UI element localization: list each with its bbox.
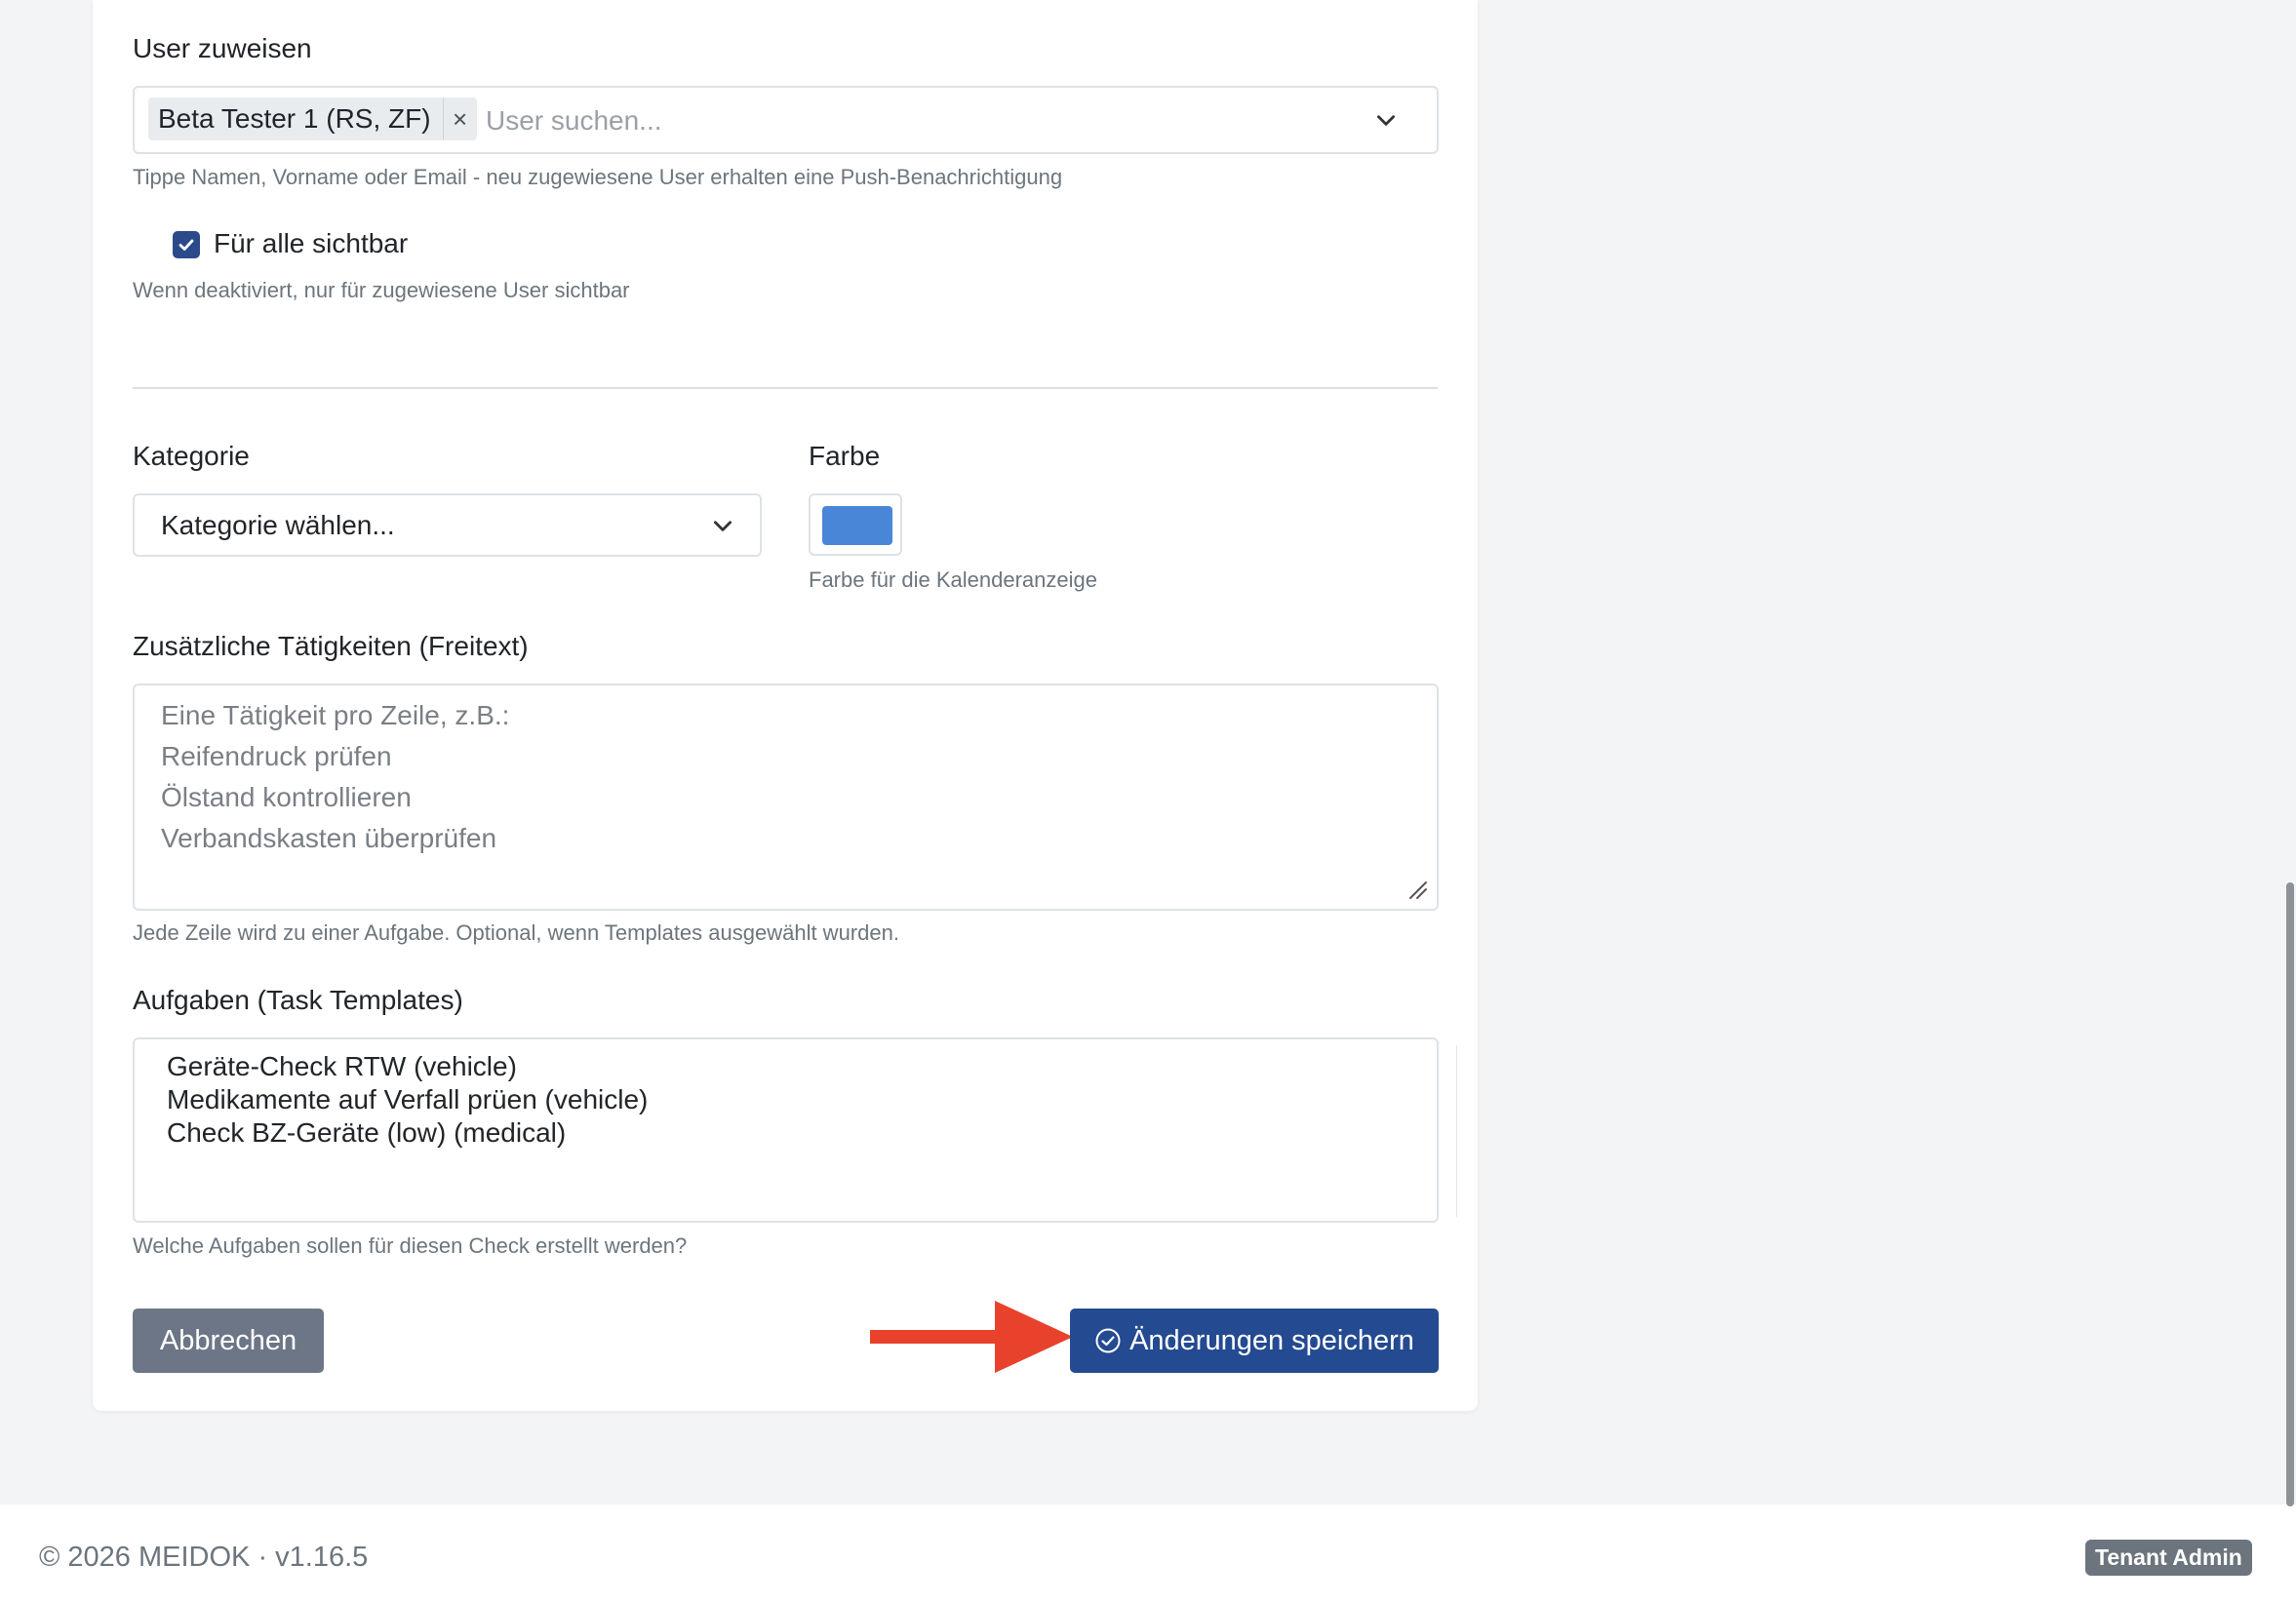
section-divider xyxy=(133,387,1438,389)
selected-user-tag-label: Beta Tester 1 (RS, ZF) xyxy=(158,103,431,134)
placeholder-line: Eine Tätigkeit pro Zeile, z.B.: xyxy=(161,700,510,730)
chevron-down-icon xyxy=(710,513,735,543)
resize-handle-icon[interactable] xyxy=(1406,879,1428,905)
tasks-multiselect-list[interactable]: Geräte-Check RTW (vehicle) Medikamente a… xyxy=(133,1037,1457,1223)
form-card: User zuweisen Beta Tester 1 (RS, ZF) × U… xyxy=(93,0,1478,1411)
assign-user-help: Tippe Namen, Vorname oder Email - neu zu… xyxy=(133,165,1063,189)
chevron-down-icon[interactable] xyxy=(1373,107,1399,137)
role-badge: Tenant Admin xyxy=(2085,1540,2252,1576)
user-multiselect[interactable]: Beta Tester 1 (RS, ZF) × User suchen... xyxy=(133,86,1439,154)
activities-placeholder: Eine Tätigkeit pro Zeile, z.B.: Reifendr… xyxy=(161,695,509,859)
category-select-value: Kategorie wählen... xyxy=(161,510,395,540)
color-help: Farbe für die Kalenderanzeige xyxy=(809,567,1097,592)
placeholder-line: Reifendruck prüfen xyxy=(161,741,392,771)
assign-user-label: User zuweisen xyxy=(133,33,312,63)
placeholder-line: Verbandskasten überprüfen xyxy=(161,823,497,853)
category-select[interactable]: Kategorie wählen... xyxy=(133,493,762,557)
tasks-label: Aufgaben (Task Templates) xyxy=(133,985,463,1015)
footer: © 2026 MEIDOK · v1.16.5 xyxy=(0,1505,2296,1603)
task-option[interactable]: Check BZ-Geräte (low) (medical) xyxy=(167,1116,648,1150)
check-icon xyxy=(178,239,194,251)
task-option[interactable]: Geräte-Check RTW (vehicle) xyxy=(167,1050,648,1083)
cancel-button[interactable]: Abbrechen xyxy=(133,1309,324,1373)
visible-for-all-label[interactable]: Für alle sichtbar xyxy=(214,227,408,260)
save-changes-button[interactable]: Änderungen speichern xyxy=(1070,1309,1439,1373)
color-label: Farbe xyxy=(809,441,881,471)
activities-label: Zusätzliche Tätigkeiten (Freitext) xyxy=(133,631,529,661)
activities-help: Jede Zeile wird zu einer Aufgabe. Option… xyxy=(133,920,899,945)
color-swatch xyxy=(822,506,892,545)
tasks-help: Welche Aufgaben sollen für diesen Check … xyxy=(133,1233,688,1258)
placeholder-line: Ölstand kontrollieren xyxy=(161,782,412,812)
footer-copyright: © 2026 MEIDOK · v1.16.5 xyxy=(39,1542,369,1573)
activities-textarea[interactable]: Eine Tätigkeit pro Zeile, z.B.: Reifendr… xyxy=(133,684,1439,911)
remove-tag-icon[interactable]: × xyxy=(442,98,477,140)
save-changes-label: Änderungen speichern xyxy=(1129,1324,1414,1356)
task-option[interactable]: Medikamente auf Verfall prüen (vehicle) xyxy=(167,1083,648,1116)
check-circle-icon xyxy=(1095,1328,1121,1353)
list-scrollbar-track[interactable] xyxy=(1456,1045,1457,1217)
color-picker[interactable] xyxy=(809,493,902,556)
category-label: Kategorie xyxy=(133,441,250,471)
visible-for-all-checkbox[interactable] xyxy=(173,231,200,258)
selected-user-tag: Beta Tester 1 (RS, ZF) × xyxy=(148,98,477,140)
visible-for-all-help: Wenn deaktiviert, nur für zugewiesene Us… xyxy=(133,278,630,302)
page-scrollbar[interactable] xyxy=(2286,882,2294,1506)
user-search-input[interactable]: User suchen... xyxy=(486,105,662,137)
tasks-options: Geräte-Check RTW (vehicle) Medikamente a… xyxy=(167,1050,648,1150)
